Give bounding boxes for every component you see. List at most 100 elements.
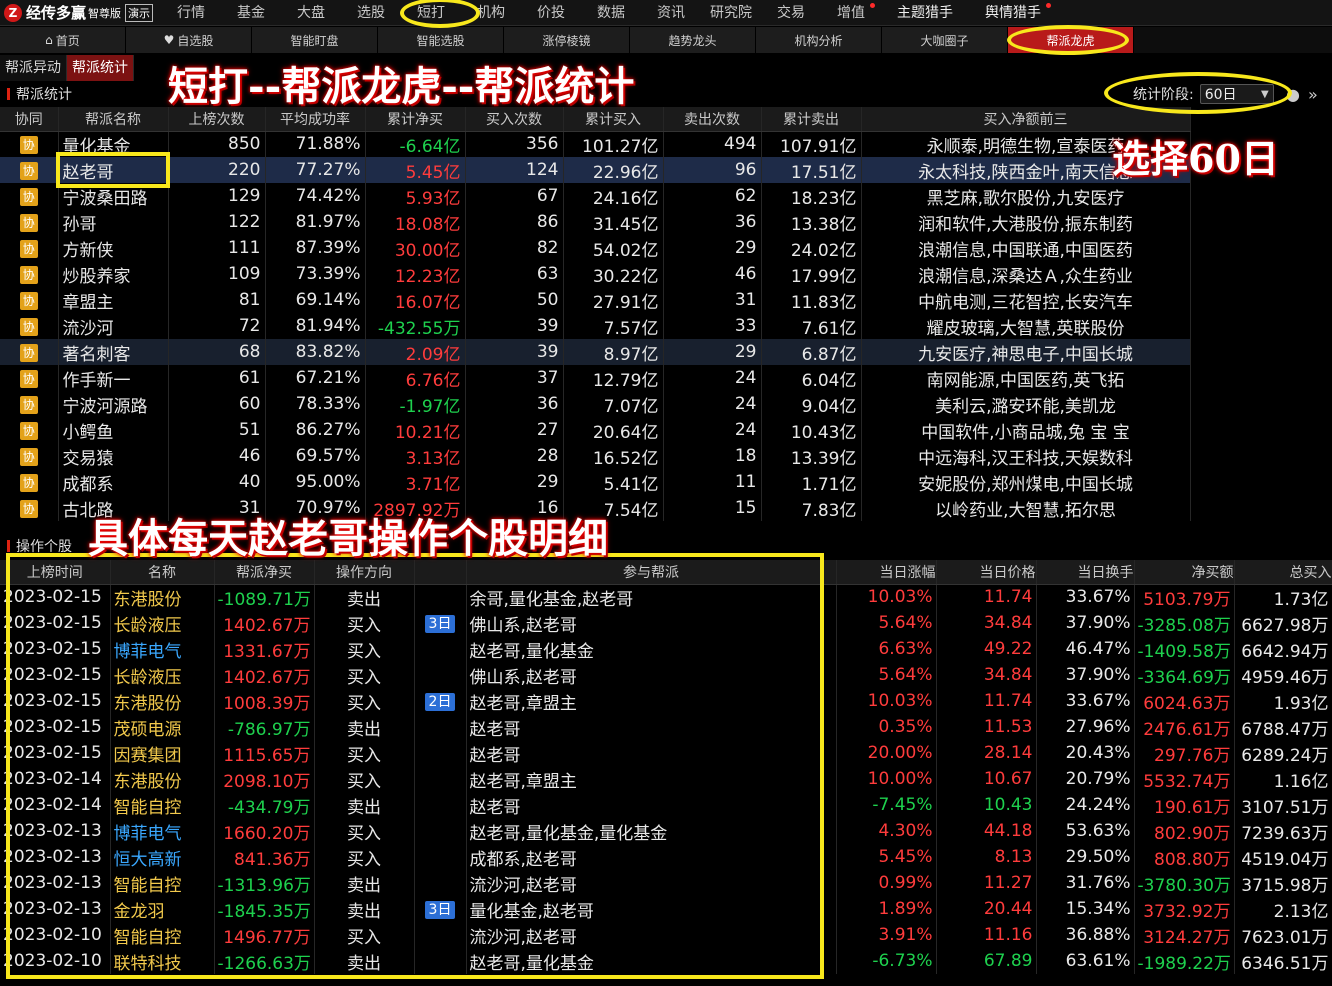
table-row[interactable]: 2023-02-15 因赛集团 1115.65万 买入 赵老哥 20.00% 28.14 20… bbox=[0, 740, 1332, 766]
refresh-icon[interactable]: ● bbox=[1286, 85, 1300, 104]
sync-cell[interactable]: 协 bbox=[0, 313, 59, 339]
stock-name-link[interactable]: 智能自控 bbox=[110, 922, 215, 948]
detail-col-header[interactable]: 当日涨幅 bbox=[836, 560, 937, 585]
menu-item-6[interactable]: 价投 bbox=[521, 0, 581, 26]
sync-cell[interactable]: 协 bbox=[0, 469, 59, 495]
table-row[interactable]: 协 量化基金 850 71.88% -6.64亿 356 101.27亿 494 107.91亿… bbox=[0, 131, 1191, 157]
gang-col-header[interactable]: 协同 bbox=[0, 107, 59, 132]
tab-5[interactable]: 趋势龙头 bbox=[630, 27, 756, 53]
table-row[interactable]: 2023-02-15 长龄液压 1402.67万 买入 3日 佛山系,赵老哥 5.64% 34… bbox=[0, 610, 1332, 636]
table-row[interactable]: 2023-02-13 恒大高新 841.36万 买入 成都系,赵老哥 5.45% 8.13 2… bbox=[0, 844, 1332, 870]
stock-name-link[interactable]: 博菲电气 bbox=[110, 818, 215, 844]
tab-3[interactable]: 智能选股 bbox=[378, 27, 504, 53]
sync-cell[interactable]: 协 bbox=[0, 339, 59, 365]
stock-name-link[interactable]: 智能自控 bbox=[110, 870, 215, 896]
menu-item-1[interactable]: 基金 bbox=[221, 0, 281, 26]
tab-4[interactable]: 涨停棱镜 bbox=[504, 27, 630, 53]
menu-item-2[interactable]: 大盘 bbox=[281, 0, 341, 26]
sync-tag-icon[interactable]: 协 bbox=[19, 474, 38, 492]
sync-tag-icon[interactable]: 协 bbox=[19, 448, 38, 466]
stock-name-link[interactable]: 东港股份 bbox=[110, 584, 215, 610]
table-row[interactable]: 2023-02-14 智能自控 -434.79万 卖出 赵老哥 -7.45% 10.43 24… bbox=[0, 792, 1332, 818]
table-row[interactable]: 2023-02-15 长龄液压 1402.67万 买入 佛山系,赵老哥 5.64% 34.8… bbox=[0, 662, 1332, 688]
tab-8[interactable]: 帮派龙虎 bbox=[1008, 27, 1134, 53]
tab-7[interactable]: 大咖圈子 bbox=[882, 27, 1008, 53]
menu-item-0[interactable]: 行情 bbox=[161, 0, 221, 26]
table-row[interactable]: 2023-02-15 东港股份 -1089.71万 卖出 余哥,量化基金,赵老哥 10.0… bbox=[0, 584, 1332, 610]
table-row[interactable]: 协赵老哥 220 77.27% 5.45亿 124 22.96亿 96 17.51亿 永太科技,… bbox=[0, 157, 1191, 183]
menu-item-5[interactable]: 机构 bbox=[461, 0, 521, 26]
table-row[interactable]: 协 小鳄鱼 51 86.27% 10.21亿 27 20.64亿 24 10.43亿 中国软件,小… bbox=[0, 417, 1191, 443]
table-row[interactable]: 2023-02-13 金龙羽 -1845.35万 卖出 3日 量化基金,赵老哥 1.89% 2… bbox=[0, 896, 1332, 922]
gang-col-header[interactable]: 卖出次数 bbox=[663, 107, 762, 132]
sync-cell[interactable]: 协 bbox=[0, 131, 59, 157]
sync-cell[interactable]: 协 bbox=[0, 443, 59, 469]
gang-col-header[interactable]: 累计卖出 bbox=[761, 107, 862, 132]
sync-tag-icon[interactable]: 协 bbox=[19, 214, 38, 232]
stock-name-link[interactable]: 智能自控 bbox=[110, 792, 215, 818]
stock-name-link[interactable]: 长龄液压 bbox=[110, 662, 215, 688]
table-row[interactable]: 协 章盟主 81 69.14% 16.07亿 50 27.91亿 31 11.83亿 中航电测,三… bbox=[0, 287, 1191, 313]
tab-0[interactable]: ⌂ 首页 bbox=[0, 27, 126, 53]
table-row[interactable]: 协 炒股养家 109 73.39% 12.23亿 63 30.22亿 46 17.99亿 浪潮信息… bbox=[0, 261, 1191, 287]
sync-tag-icon[interactable]: 协 bbox=[19, 136, 38, 155]
detail-col-header[interactable]: 净买额 bbox=[1134, 560, 1235, 585]
table-row[interactable]: 2023-02-13 智能自控 -1313.96万 卖出 流沙河,赵老哥 0.99% 11.… bbox=[0, 870, 1332, 896]
sync-cell[interactable]: 协 bbox=[0, 287, 59, 313]
menu-item-7[interactable]: 数据 bbox=[581, 0, 641, 26]
table-row[interactable]: 2023-02-14 东港股份 2098.10万 买入 赵老哥,章盟主 10.00% 10.… bbox=[0, 766, 1332, 792]
sync-tag-icon[interactable]: 协 bbox=[19, 188, 38, 206]
menu-item-10[interactable]: 交易 bbox=[761, 0, 821, 26]
sync-tag-icon[interactable]: 协 bbox=[19, 500, 38, 518]
table-row[interactable]: 2023-02-15 东港股份 1008.39万 买入 2日 赵老哥,章盟主 10.03% 1… bbox=[0, 688, 1332, 714]
menu-item-8[interactable]: 资讯 bbox=[641, 0, 701, 26]
menu-item-13[interactable]: 舆情猎手 bbox=[969, 0, 1057, 26]
sync-tag-icon[interactable]: 协 bbox=[19, 318, 38, 336]
table-row[interactable]: 协 宁波桑田路 129 74.42% 5.93亿 67 24.16亿 62 18.23亿 黑芝麻,… bbox=[0, 183, 1191, 209]
stock-name-link[interactable]: 东港股份 bbox=[110, 688, 215, 714]
gang-col-header[interactable]: 帮派名称 bbox=[58, 107, 169, 132]
chevron-double-right-icon[interactable]: » bbox=[1308, 85, 1318, 104]
sync-cell[interactable]: 协 bbox=[0, 157, 59, 183]
stock-name-link[interactable]: 联特科技 bbox=[110, 948, 215, 974]
table-row[interactable]: 协 宁波河源路 60 78.33% -1.97亿 36 7.07亿 24 9.04亿 美利云,潞安… bbox=[0, 391, 1191, 417]
sync-cell[interactable]: 协 bbox=[0, 365, 59, 391]
table-row[interactable]: 2023-02-10 智能自控 1496.77万 买入 流沙河,赵老哥 3.91% 11.1… bbox=[0, 922, 1332, 948]
table-row[interactable]: 协 流沙河 72 81.94% -432.55万 39 7.57亿 33 7.61亿 耀皮玻璃,大… bbox=[0, 313, 1191, 339]
table-row[interactable]: 2023-02-15 茂硕电源 -786.97万 卖出 赵老哥 0.35% 11.53 27.… bbox=[0, 714, 1332, 740]
sync-tag-icon[interactable]: 协 bbox=[19, 162, 38, 180]
tab-1[interactable]: ♥ 自选股 bbox=[126, 27, 252, 53]
table-row[interactable]: 协 孙哥 122 81.97% 18.08亿 86 31.45亿 36 13.38亿 润和软件,大… bbox=[0, 209, 1191, 235]
tab-6[interactable]: 机构分析 bbox=[756, 27, 882, 53]
menu-item-12[interactable]: 主题猎手 bbox=[881, 0, 969, 26]
subtab-gang-activity[interactable]: 帮派异动 bbox=[0, 55, 67, 81]
table-row[interactable]: 协 著名刺客 68 83.82% 2.09亿 39 8.97亿 29 6.87亿 九安医疗,神思电… bbox=[0, 339, 1191, 365]
sync-tag-icon[interactable]: 协 bbox=[19, 266, 38, 284]
sync-cell[interactable]: 协 bbox=[0, 391, 59, 417]
stock-name-link[interactable]: 博菲电气 bbox=[110, 636, 215, 662]
menu-item-3[interactable]: 选股 bbox=[341, 0, 401, 26]
menu-item-4[interactable]: 短打 bbox=[401, 0, 461, 26]
detail-col-header[interactable]: 当日换手 bbox=[1036, 560, 1135, 585]
table-row[interactable]: 协 作手新一 61 67.21% 6.76亿 37 12.79亿 24 6.04亿 南网能源,中国… bbox=[0, 365, 1191, 391]
stock-name-link[interactable]: 金龙羽 bbox=[110, 896, 215, 922]
sync-cell[interactable]: 协 bbox=[0, 495, 59, 521]
sync-cell[interactable]: 协 bbox=[0, 209, 59, 235]
detail-col-header[interactable]: 总买入 bbox=[1234, 560, 1332, 585]
sync-cell[interactable]: 协 bbox=[0, 183, 59, 209]
sync-tag-icon[interactable]: 协 bbox=[19, 344, 38, 362]
stock-name-link[interactable]: 恒大高新 bbox=[110, 844, 215, 870]
table-row[interactable]: 2023-02-13 博菲电气 1660.20万 买入 赵老哥,量化基金,量化基金 4.3… bbox=[0, 818, 1332, 844]
stock-name-link[interactable]: 茂硕电源 bbox=[110, 714, 215, 740]
tab-2[interactable]: 智能盯盘 bbox=[252, 27, 378, 53]
stock-name-link[interactable]: 东港股份 bbox=[110, 766, 215, 792]
sync-cell[interactable]: 协 bbox=[0, 417, 59, 443]
table-row[interactable]: 2023-02-15 博菲电气 1331.67万 买入 赵老哥,量化基金 6.63% 49.… bbox=[0, 636, 1332, 662]
table-row[interactable]: 协 成都系 40 95.00% 3.71亿 29 5.41亿 11 1.71亿 安妮股份,郑州煤电… bbox=[0, 469, 1191, 495]
sync-tag-icon[interactable]: 协 bbox=[19, 240, 38, 258]
table-row[interactable]: 协 交易猿 46 69.57% 3.13亿 28 16.52亿 18 13.39亿 中远海科,汉王… bbox=[0, 443, 1191, 469]
period-select[interactable]: 60日 ▼ bbox=[1199, 84, 1274, 104]
sync-tag-icon[interactable]: 协 bbox=[19, 396, 38, 414]
sync-cell[interactable]: 协 bbox=[0, 261, 59, 287]
stock-name-link[interactable]: 因赛集团 bbox=[110, 740, 215, 766]
